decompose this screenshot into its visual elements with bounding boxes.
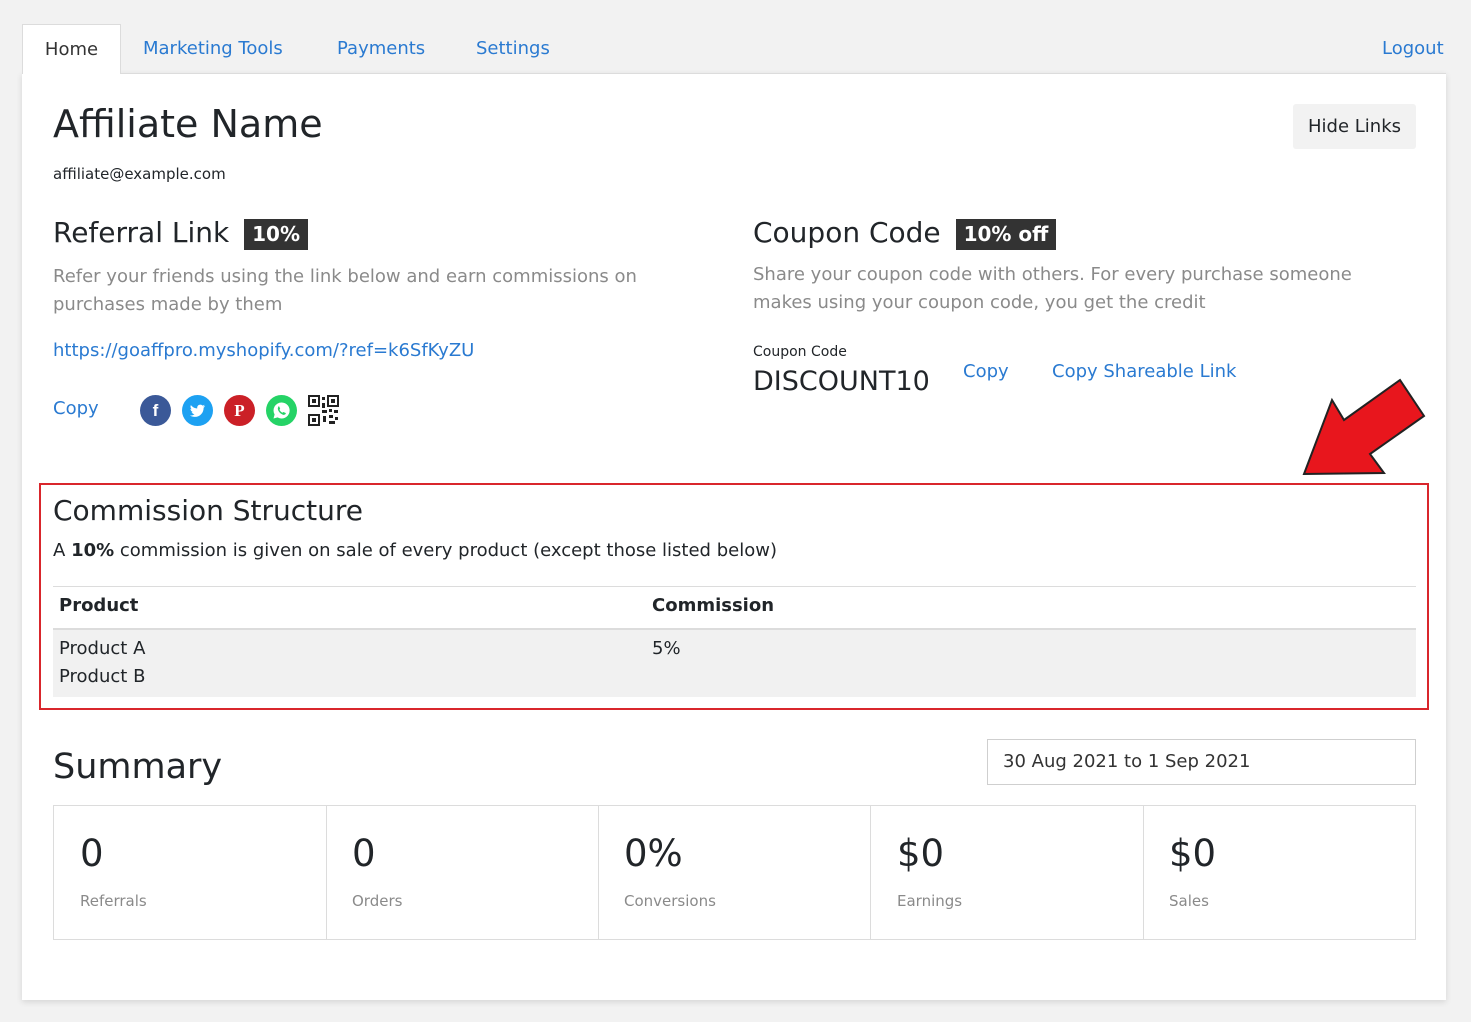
coupon-code-label: Coupon Code	[753, 344, 847, 360]
stat-label: Conversions	[624, 892, 716, 910]
qr-code-icon[interactable]	[308, 395, 339, 426]
referral-title-row: Referral Link 10%	[53, 216, 308, 250]
facebook-icon[interactable]: f	[140, 395, 171, 426]
tab-settings[interactable]: Settings	[476, 24, 550, 74]
referral-commission-badge: 10%	[244, 218, 308, 250]
stat-label: Earnings	[897, 892, 963, 910]
table-divider	[53, 586, 1416, 587]
referral-title: Referral Link	[53, 216, 230, 249]
commission-title: Commission Structure	[53, 494, 363, 527]
affiliate-email: affiliate@example.com	[53, 165, 226, 183]
date-range-picker[interactable]: 30 Aug 2021 to 1 Sep 2021	[987, 739, 1416, 785]
whatsapp-icon[interactable]	[266, 395, 297, 426]
product-name: Product A	[59, 638, 146, 659]
referral-url-link[interactable]: https://goaffpro.myshopify.com/?ref=k6Sf…	[53, 340, 474, 361]
stat-value: 0	[80, 832, 104, 875]
summary-stats: 0 Referrals 0 Orders 0% Conversions $0 E…	[53, 805, 1416, 940]
coupon-code-value: DISCOUNT10	[753, 366, 930, 397]
stat-label: Orders	[352, 892, 403, 910]
product-name: Product B	[59, 666, 146, 687]
logout-link[interactable]: Logout	[1382, 24, 1444, 74]
tab-payments[interactable]: Payments	[337, 24, 425, 74]
hide-links-button[interactable]: Hide Links	[1293, 104, 1416, 149]
stat-value: $0	[1169, 832, 1217, 875]
stat-conversions: 0% Conversions	[598, 806, 871, 940]
coupon-title-row: Coupon Code 10% off	[753, 216, 1057, 250]
twitter-icon[interactable]	[182, 395, 213, 426]
column-header-commission: Commission	[652, 595, 775, 616]
stat-value: 0	[352, 832, 376, 875]
red-arrow-icon	[1302, 378, 1426, 476]
table-row: Product A Product B 5%	[53, 628, 1416, 697]
stat-label: Sales	[1169, 892, 1209, 910]
copy-shareable-link-button[interactable]: Copy Shareable Link	[1052, 361, 1236, 382]
stat-value: $0	[897, 832, 945, 875]
tab-marketing-tools[interactable]: Marketing Tools	[143, 24, 283, 74]
referral-copy-button[interactable]: Copy	[53, 398, 99, 419]
stat-value: 0%	[624, 832, 683, 875]
product-commission: 5%	[652, 638, 681, 659]
stat-referrals: 0 Referrals	[54, 806, 327, 940]
affiliate-name: Affiliate Name	[53, 102, 323, 146]
tab-home[interactable]: Home	[22, 24, 121, 74]
commission-rate: 10%	[71, 540, 115, 561]
coupon-discount-badge: 10% off	[955, 218, 1057, 250]
coupon-description: Share your coupon code with others. For …	[753, 264, 1352, 313]
commission-text-suffix: commission is given on sale of every pro…	[119, 540, 777, 561]
stat-earnings: $0 Earnings	[871, 806, 1144, 940]
summary-title: Summary	[53, 747, 223, 787]
column-header-product: Product	[59, 595, 139, 616]
pinterest-icon[interactable]: P	[224, 395, 255, 426]
commission-description: A 10% commission is given on sale of eve…	[53, 540, 777, 561]
stat-sales: $0 Sales	[1143, 806, 1415, 940]
stat-label: Referrals	[80, 892, 147, 910]
coupon-copy-button[interactable]: Copy	[963, 361, 1009, 382]
stat-orders: 0 Orders	[326, 806, 599, 940]
commission-text-prefix: A	[53, 540, 66, 561]
coupon-title: Coupon Code	[753, 216, 941, 249]
referral-description: Refer your friends using the link below …	[53, 266, 637, 315]
